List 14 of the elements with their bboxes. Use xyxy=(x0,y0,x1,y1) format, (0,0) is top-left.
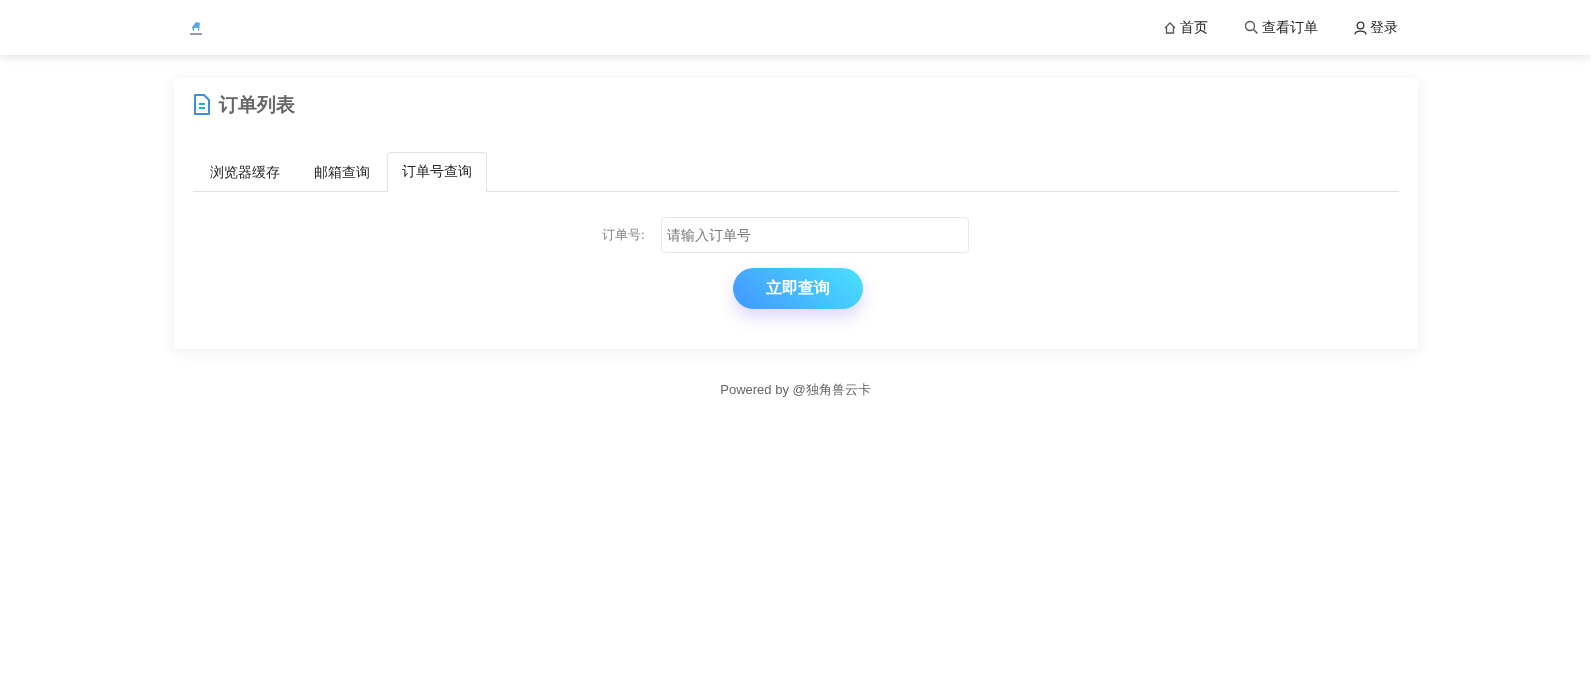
order-number-field[interactable]: 请输入订单号 xyxy=(661,217,970,253)
tab[interactable]: 订单号查询 xyxy=(386,152,487,192)
field-label: 订单号: xyxy=(601,226,646,244)
footer-text: Powered by @独角兽云卡 xyxy=(720,382,871,397)
tab[interactable]: 邮箱查询 xyxy=(296,152,387,192)
document-icon xyxy=(192,94,211,116)
tab[interactable]: 浏览器缓存 xyxy=(192,152,297,192)
nav-link[interactable]: 查看订单 xyxy=(1243,18,1318,37)
search-icon xyxy=(1243,20,1259,35)
nav-link[interactable]: 首页 xyxy=(1162,18,1208,37)
card-title: 订单列表 xyxy=(218,92,295,117)
home-icon xyxy=(1162,20,1177,35)
user-icon xyxy=(1353,20,1367,35)
nav-link[interactable]: 登录 xyxy=(1353,18,1398,37)
